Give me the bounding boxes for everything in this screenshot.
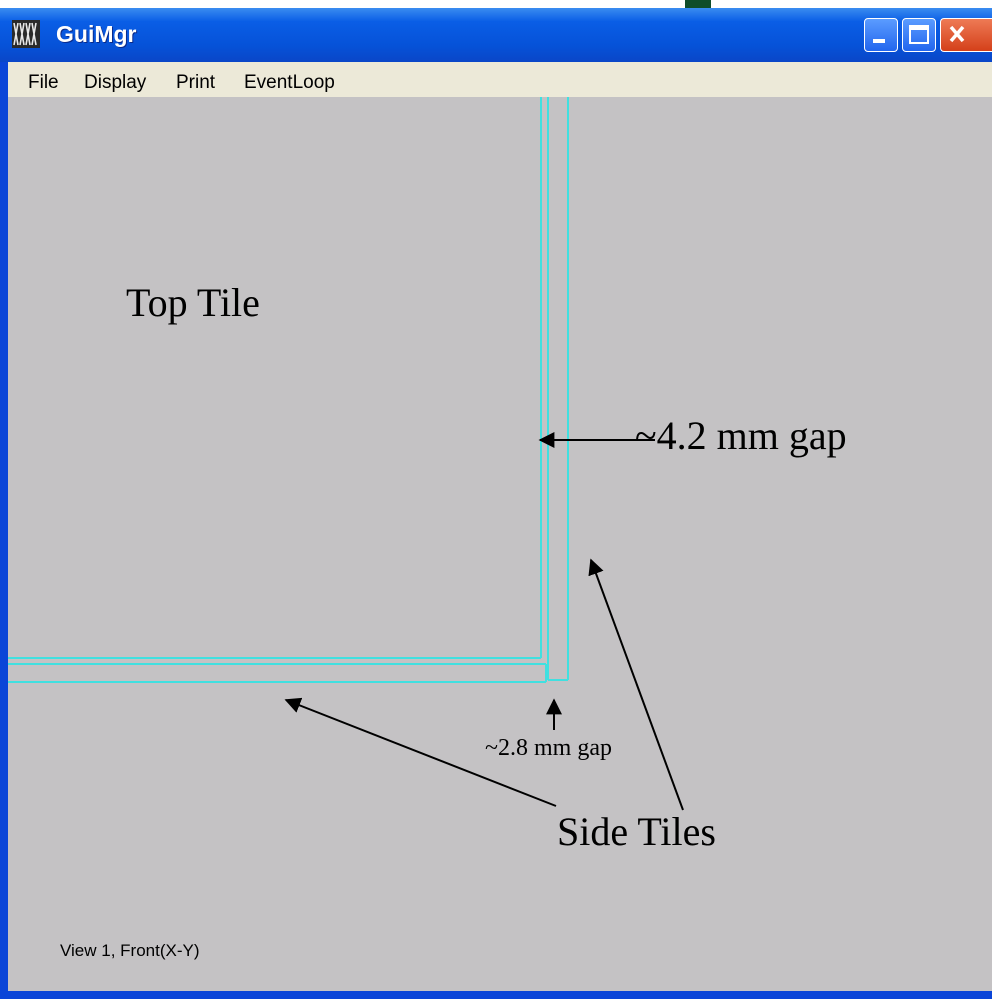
tile-drawing: Top Tile ~4.2 mm gap ~2.8 mm gap Side Ti… — [8, 97, 847, 854]
bottom-side-tile-outline — [8, 663, 547, 683]
view-status-label: View 1, Front(X-Y) — [60, 941, 200, 960]
side-tiles-label: Side Tiles — [557, 809, 716, 854]
top-tile-label: Top Tile — [126, 280, 260, 325]
gap-bottom-label: ~2.8 mm gap — [485, 735, 612, 761]
right-side-tile-outline — [547, 97, 569, 681]
gap-right-label: ~4.2 mm gap — [635, 413, 847, 458]
side-tile-arrow-right — [588, 558, 684, 811]
top-tile-outline — [8, 97, 542, 659]
